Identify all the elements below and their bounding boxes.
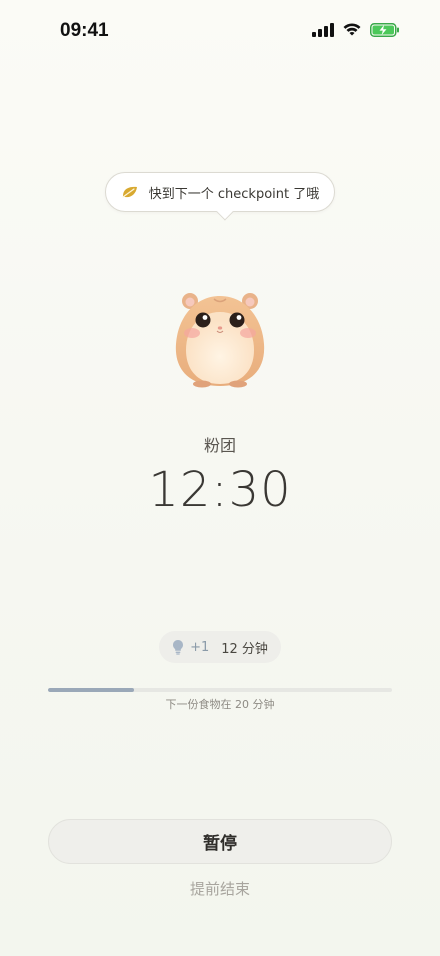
status-bar: 09:41 <box>0 0 440 64</box>
food-progress-fill <box>48 688 134 692</box>
status-time: 09:41 <box>60 20 109 41</box>
end-early-button[interactable]: 提前结束 <box>0 878 440 899</box>
reward-pill: +1 12 分钟 <box>159 631 281 663</box>
food-progress-bar <box>48 688 392 692</box>
bubble-message: 快到下一个 checkpoint 了哦 <box>148 186 320 202</box>
speech-bubble: 快到下一个 checkpoint 了哦 <box>105 172 335 212</box>
wifi-icon <box>343 23 361 36</box>
pet-name: 粉团 <box>203 436 236 455</box>
pause-button[interactable]: 暂停 <box>48 819 392 864</box>
hamster-icon <box>175 293 265 388</box>
cellular-signal-icon <box>312 22 334 37</box>
status-icons <box>312 22 400 37</box>
reward-plus: +1 <box>190 639 210 655</box>
progress-caption: 下一份食物在 20 分钟 <box>165 698 275 711</box>
leaf-icon <box>122 186 137 198</box>
lightbulb-icon <box>173 640 184 655</box>
reward-duration: 12 分钟 <box>221 641 268 657</box>
battery-charging-icon <box>370 22 399 37</box>
timer-display: 12:30 <box>148 462 292 518</box>
